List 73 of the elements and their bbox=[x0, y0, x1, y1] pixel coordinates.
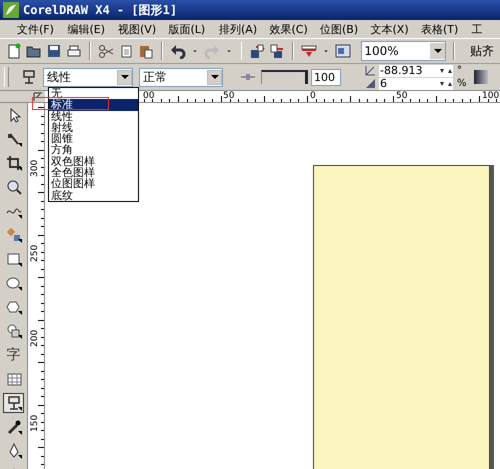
text-tool[interactable]: 字 bbox=[3, 345, 24, 365]
degree-unit: ° bbox=[457, 65, 463, 76]
ruler-origin-icon[interactable] bbox=[33, 92, 43, 102]
eyedropper-icon bbox=[6, 419, 22, 435]
ruler-label: 0 bbox=[310, 91, 316, 101]
scissors-icon[interactable] bbox=[98, 43, 114, 59]
list-option[interactable]: 线性 bbox=[49, 110, 138, 122]
list-option[interactable]: 标准 bbox=[49, 99, 138, 111]
ruler-label: 150 bbox=[30, 414, 40, 432]
table-grid-icon bbox=[6, 371, 22, 387]
rectangle-icon bbox=[6, 251, 22, 267]
ruler-label: 300 bbox=[30, 160, 40, 177]
app-logo-icon bbox=[3, 2, 19, 18]
spinner-icon[interactable] bbox=[439, 68, 453, 74]
magnifier-icon bbox=[6, 179, 22, 195]
caret-icon bbox=[210, 75, 218, 79]
list-option[interactable]: 位图图样 bbox=[49, 178, 138, 190]
ruler-label: 200 bbox=[30, 330, 40, 347]
gradient-swatch-icon[interactable] bbox=[473, 69, 489, 85]
window-title: CorelDRAW X4 - [图形1] bbox=[23, 2, 178, 18]
menu-item[interactable]: 文件(F) bbox=[17, 22, 68, 36]
zoom-level-dropdown[interactable]: 100% bbox=[361, 41, 446, 61]
midpoint-slider-icon bbox=[241, 73, 255, 81]
edge-pad-icon bbox=[365, 78, 375, 88]
export-icon[interactable] bbox=[269, 43, 286, 59]
undo-arrow-icon[interactable] bbox=[170, 43, 186, 59]
list-option[interactable]: 底纹 bbox=[49, 190, 138, 201]
menu-item[interactable]: 版面(L) bbox=[168, 22, 219, 36]
launcher-icon[interactable] bbox=[301, 43, 318, 59]
menu-item[interactable]: 表格(T) bbox=[421, 22, 472, 36]
menu-item[interactable]: 视图(V) bbox=[118, 22, 168, 36]
angle-icon bbox=[365, 66, 375, 76]
ruler-label: 100 bbox=[482, 91, 500, 101]
edge-pad-field[interactable]: 6 bbox=[379, 78, 453, 90]
snap-menu[interactable]: 贴齐 bbox=[470, 42, 494, 60]
new-document-icon[interactable] bbox=[6, 43, 22, 59]
import-icon[interactable] bbox=[249, 43, 266, 59]
angle-field[interactable]: -88.913 bbox=[379, 64, 453, 76]
menu-item[interactable]: 排列(A) bbox=[219, 22, 270, 36]
percent-unit: % bbox=[457, 78, 467, 89]
menu-item[interactable]: 文本(X) bbox=[370, 22, 421, 36]
goblet-icon bbox=[6, 395, 22, 411]
caret-icon bbox=[434, 49, 442, 53]
clipboard-icon[interactable] bbox=[138, 43, 154, 59]
node-edit-icon bbox=[6, 131, 22, 147]
menu-item[interactable]: 编辑(E) bbox=[68, 22, 118, 36]
tool-button[interactable] bbox=[3, 393, 24, 413]
ruler-label: 50 bbox=[223, 91, 234, 101]
caret-icon bbox=[120, 75, 128, 79]
ruler-label: 250 bbox=[30, 244, 40, 262]
list-option[interactable]: 圆锥 bbox=[49, 133, 138, 144]
ellipse-icon bbox=[6, 275, 22, 291]
list-option[interactable]: 全色图样 bbox=[49, 167, 138, 178]
hexagon-icon bbox=[6, 299, 22, 315]
fill-type-dropdown[interactable]: 线性 bbox=[43, 68, 133, 86]
list-option[interactable]: 射线 bbox=[49, 122, 138, 134]
list-option[interactable]: 方角 bbox=[49, 144, 138, 156]
spinner-icon[interactable] bbox=[439, 80, 453, 86]
goblet-icon[interactable] bbox=[21, 69, 37, 85]
paint-fill-shapes-icon bbox=[6, 227, 22, 243]
crop-icon bbox=[6, 155, 22, 171]
menu-item[interactable]: 工 bbox=[472, 22, 500, 36]
printer-icon[interactable] bbox=[66, 43, 82, 59]
menu-item[interactable]: 位图(B) bbox=[320, 22, 370, 36]
welcome-screen-icon[interactable] bbox=[335, 43, 352, 59]
menu-item[interactable]: 效果(C) bbox=[270, 22, 320, 36]
blend-mode-dropdown[interactable]: 正常 bbox=[139, 68, 223, 86]
ruler-label: 00 bbox=[143, 91, 154, 101]
midpoint-field[interactable]: 100 bbox=[311, 68, 341, 86]
slider-thumb[interactable] bbox=[305, 70, 308, 84]
ruler-label: 50 bbox=[396, 91, 408, 101]
overlapping-shapes-icon bbox=[6, 323, 22, 339]
list-option[interactable]: 双色图样 bbox=[49, 156, 138, 168]
